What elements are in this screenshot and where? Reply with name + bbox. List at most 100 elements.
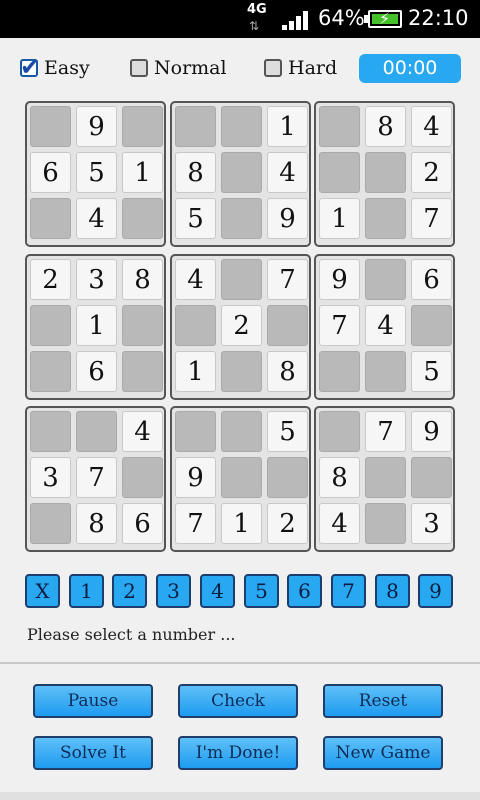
sudoku-cell-empty[interactable] <box>319 106 360 147</box>
sudoku-cell-empty[interactable] <box>365 457 406 498</box>
sudoku-cell-empty[interactable] <box>365 152 406 193</box>
sudoku-cell-given[interactable]: 2 <box>221 305 262 346</box>
number-key-3[interactable]: 3 <box>156 574 191 608</box>
sudoku-cell-given[interactable]: 7 <box>319 305 360 346</box>
sudoku-cell-given[interactable]: 4 <box>122 411 163 452</box>
sudoku-cell-given[interactable]: 4 <box>76 198 117 239</box>
sudoku-cell-empty[interactable] <box>267 305 308 346</box>
sudoku-cell-empty[interactable] <box>175 305 216 346</box>
im-done-button[interactable]: I'm Done! <box>178 736 298 770</box>
sudoku-cell-given[interactable]: 4 <box>411 106 452 147</box>
sudoku-cell-given[interactable]: 4 <box>175 259 216 300</box>
sudoku-cell-given[interactable]: 5 <box>411 351 452 392</box>
sudoku-cell-given[interactable]: 6 <box>411 259 452 300</box>
solve-it-button[interactable]: Solve It <box>33 736 153 770</box>
number-key-1[interactable]: 1 <box>69 574 104 608</box>
sudoku-cell-empty[interactable] <box>221 457 262 498</box>
sudoku-cell-given[interactable]: 5 <box>76 152 117 193</box>
sudoku-cell-empty[interactable] <box>411 305 452 346</box>
sudoku-cell-given[interactable]: 3 <box>30 457 71 498</box>
number-key-8[interactable]: 8 <box>375 574 410 608</box>
sudoku-cell-empty[interactable] <box>122 305 163 346</box>
sudoku-cell-given[interactable]: 4 <box>267 152 308 193</box>
sudoku-cell-empty[interactable] <box>30 198 71 239</box>
sudoku-cell-given[interactable]: 8 <box>267 351 308 392</box>
sudoku-cell-empty[interactable] <box>122 457 163 498</box>
normal-checkbox[interactable] <box>130 59 148 77</box>
sudoku-cell-given[interactable]: 4 <box>319 503 360 544</box>
sudoku-cell-empty[interactable] <box>221 411 262 452</box>
sudoku-cell-empty[interactable] <box>365 259 406 300</box>
sudoku-cell-empty[interactable] <box>365 503 406 544</box>
sudoku-cell-given[interactable]: 3 <box>411 503 452 544</box>
sudoku-cell-empty[interactable] <box>267 457 308 498</box>
sudoku-cell-given[interactable]: 8 <box>365 106 406 147</box>
sudoku-cell-empty[interactable] <box>76 411 117 452</box>
sudoku-cell-empty[interactable] <box>319 411 360 452</box>
sudoku-cell-given[interactable]: 5 <box>175 198 216 239</box>
sudoku-cell-empty[interactable] <box>30 503 71 544</box>
sudoku-cell-given[interactable]: 1 <box>267 106 308 147</box>
sudoku-cell-empty[interactable] <box>30 106 71 147</box>
sudoku-cell-given[interactable]: 7 <box>76 457 117 498</box>
sudoku-cell-given[interactable]: 9 <box>411 411 452 452</box>
sudoku-cell-given[interactable]: 3 <box>76 259 117 300</box>
sudoku-cell-given[interactable]: 8 <box>76 503 117 544</box>
hard-checkbox[interactable] <box>264 59 282 77</box>
sudoku-cell-given[interactable]: 8 <box>175 152 216 193</box>
new-game-button[interactable]: New Game <box>323 736 443 770</box>
sudoku-cell-empty[interactable] <box>221 106 262 147</box>
number-key-5[interactable]: 5 <box>244 574 279 608</box>
reset-button[interactable]: Reset <box>323 684 443 718</box>
sudoku-cell-empty[interactable] <box>319 152 360 193</box>
sudoku-cell-given[interactable]: 2 <box>30 259 71 300</box>
sudoku-cell-empty[interactable] <box>319 351 360 392</box>
number-key-6[interactable]: 6 <box>287 574 322 608</box>
sudoku-cell-given[interactable]: 1 <box>175 351 216 392</box>
sudoku-cell-empty[interactable] <box>30 305 71 346</box>
sudoku-cell-given[interactable]: 1 <box>319 198 360 239</box>
sudoku-cell-given[interactable]: 8 <box>122 259 163 300</box>
easy-checkbox[interactable]: ✔ <box>20 53 40 81</box>
sudoku-cell-empty[interactable] <box>365 351 406 392</box>
sudoku-cell-empty[interactable] <box>365 198 406 239</box>
sudoku-cell-given[interactable]: 7 <box>411 198 452 239</box>
difficulty-normal-option[interactable]: Normal <box>130 54 227 82</box>
sudoku-cell-given[interactable]: 6 <box>30 152 71 193</box>
sudoku-cell-empty[interactable] <box>30 351 71 392</box>
sudoku-cell-empty[interactable] <box>221 259 262 300</box>
sudoku-cell-given[interactable]: 8 <box>319 457 360 498</box>
sudoku-cell-empty[interactable] <box>122 198 163 239</box>
number-key-9[interactable]: 9 <box>418 574 453 608</box>
sudoku-cell-empty[interactable] <box>221 152 262 193</box>
clear-key-button[interactable]: X <box>25 574 60 608</box>
sudoku-cell-given[interactable]: 7 <box>267 259 308 300</box>
sudoku-cell-given[interactable]: 4 <box>365 305 406 346</box>
sudoku-cell-given[interactable]: 2 <box>267 503 308 544</box>
sudoku-cell-given[interactable]: 2 <box>411 152 452 193</box>
sudoku-cell-empty[interactable] <box>221 198 262 239</box>
sudoku-cell-given[interactable]: 1 <box>122 152 163 193</box>
check-button[interactable]: Check <box>178 684 298 718</box>
number-key-4[interactable]: 4 <box>200 574 235 608</box>
sudoku-cell-given[interactable]: 1 <box>221 503 262 544</box>
number-key-2[interactable]: 2 <box>112 574 147 608</box>
sudoku-cell-empty[interactable] <box>175 411 216 452</box>
sudoku-cell-given[interactable]: 9 <box>267 198 308 239</box>
number-key-7[interactable]: 7 <box>331 574 366 608</box>
sudoku-cell-empty[interactable] <box>221 351 262 392</box>
sudoku-cell-given[interactable]: 6 <box>122 503 163 544</box>
sudoku-cell-given[interactable]: 9 <box>175 457 216 498</box>
sudoku-cell-given[interactable]: 7 <box>175 503 216 544</box>
sudoku-cell-empty[interactable] <box>122 106 163 147</box>
sudoku-cell-empty[interactable] <box>122 351 163 392</box>
sudoku-cell-given[interactable]: 5 <box>267 411 308 452</box>
sudoku-cell-given[interactable]: 7 <box>365 411 406 452</box>
difficulty-easy-option[interactable]: ✔ Easy <box>20 53 90 82</box>
sudoku-cell-empty[interactable] <box>30 411 71 452</box>
sudoku-cell-given[interactable]: 9 <box>76 106 117 147</box>
pause-button[interactable]: Pause <box>33 684 153 718</box>
sudoku-cell-given[interactable]: 1 <box>76 305 117 346</box>
difficulty-hard-option[interactable]: Hard <box>264 54 337 82</box>
sudoku-cell-empty[interactable] <box>411 457 452 498</box>
